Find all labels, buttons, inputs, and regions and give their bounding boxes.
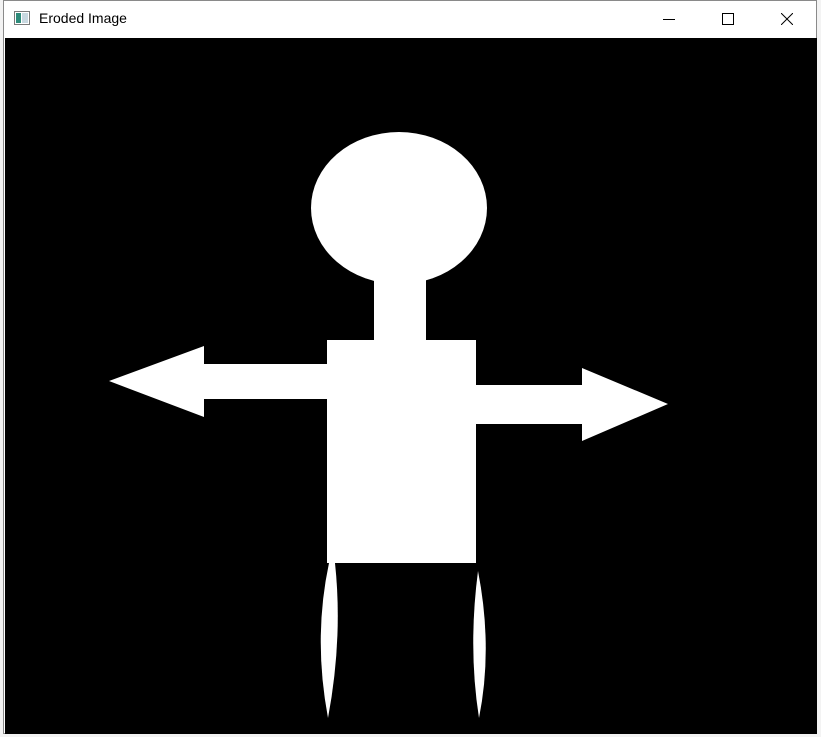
minimize-icon [663,19,675,20]
figure-neck [374,268,426,342]
opencv-window-icon [14,11,30,25]
eroded-binary-figure [5,38,817,734]
window-title: Eroded Image [39,10,127,26]
close-button[interactable] [758,1,816,37]
maximize-icon [722,13,734,25]
title-bar[interactable]: Eroded Image [4,1,816,37]
maximize-button[interactable] [699,1,757,37]
figure-head [311,132,487,284]
close-icon [781,13,793,25]
minimize-button[interactable] [640,1,698,37]
image-window: Eroded Image [3,0,817,734]
figure-body [327,340,476,563]
image-canvas [5,38,817,734]
